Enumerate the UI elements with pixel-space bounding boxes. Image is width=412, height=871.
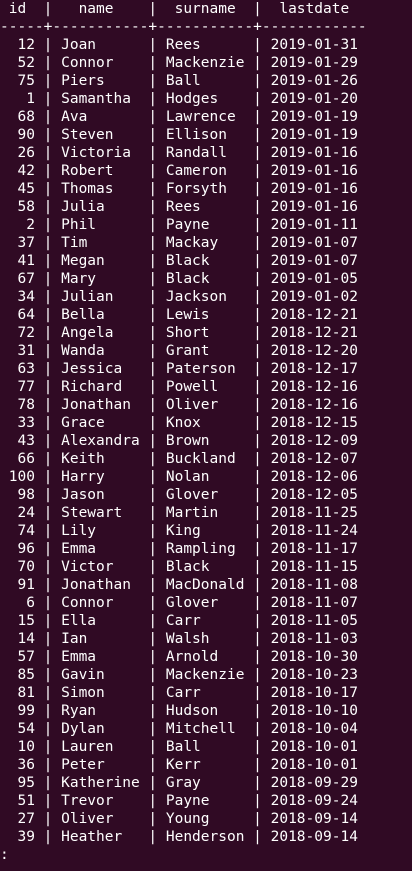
- table-row: 43 | Alexandra | Brown | 2018-12-09: [0, 433, 358, 449]
- table-row: 95 | Katherine | Gray | 2018-09-29: [0, 775, 358, 791]
- table-row: 85 | Gavin | Mackenzie | 2018-10-23: [0, 667, 358, 683]
- table-row: 91 | Jonathan | MacDonald | 2018-11-08: [0, 577, 358, 593]
- table-row: 99 | Ryan | Hudson | 2018-10-10: [0, 703, 358, 719]
- table-row: 37 | Tim | Mackay | 2019-01-07: [0, 235, 358, 251]
- pager-prompt[interactable]: :: [0, 846, 412, 864]
- table-row: 90 | Steven | Ellison | 2019-01-19: [0, 127, 358, 143]
- table-row: 24 | Stewart | Martin | 2018-11-25: [0, 505, 358, 521]
- table-row: 78 | Jonathan | Oliver | 2018-12-16: [0, 397, 358, 413]
- table-row: 2 | Phil | Payne | 2019-01-11: [0, 217, 358, 233]
- table-row: 10 | Lauren | Ball | 2018-10-01: [0, 739, 358, 755]
- table-row: 58 | Julia | Rees | 2019-01-16: [0, 199, 358, 215]
- table-row: 66 | Keith | Buckland | 2018-12-07: [0, 451, 358, 467]
- table-row: 70 | Victor | Black | 2018-11-15: [0, 559, 358, 575]
- table-row: 1 | Samantha | Hodges | 2019-01-20: [0, 91, 358, 107]
- table-row: 74 | Lily | King | 2018-11-24: [0, 523, 358, 539]
- table-row: 77 | Richard | Powell | 2018-12-16: [0, 379, 358, 395]
- table-row: 36 | Peter | Kerr | 2018-10-01: [0, 757, 358, 773]
- table-row: 45 | Thomas | Forsyth | 2019-01-16: [0, 181, 358, 197]
- table-row: 96 | Emma | Rampling | 2018-11-17: [0, 541, 358, 557]
- table-row: 27 | Oliver | Young | 2018-09-14: [0, 811, 358, 827]
- table-row: 31 | Wanda | Grant | 2018-12-20: [0, 343, 358, 359]
- table-row: 15 | Ella | Carr | 2018-11-05: [0, 613, 358, 629]
- table-row: 26 | Victoria | Randall | 2019-01-16: [0, 145, 358, 161]
- table-row: 67 | Mary | Black | 2019-01-05: [0, 271, 358, 287]
- table-row: 81 | Simon | Carr | 2018-10-17: [0, 685, 358, 701]
- table-row: 51 | Trevor | Payne | 2018-09-24: [0, 793, 358, 809]
- table-row: 12 | Joan | Rees | 2019-01-31: [0, 37, 358, 53]
- table-row: 6 | Connor | Glover | 2018-11-07: [0, 595, 358, 611]
- table-header-row: id | name | surname | lastdate: [0, 1, 350, 17]
- table-row: 98 | Jason | Glover | 2018-12-05: [0, 487, 358, 503]
- table-separator: -----+-----------+-----------+----------…: [0, 19, 367, 35]
- table-row: 68 | Ava | Lawrence | 2019-01-19: [0, 109, 358, 125]
- table-row: 57 | Emma | Arnold | 2018-10-30: [0, 649, 358, 665]
- table-row: 14 | Ian | Walsh | 2018-11-03: [0, 631, 358, 647]
- table-row: 72 | Angela | Short | 2018-12-21: [0, 325, 358, 341]
- table-row: 52 | Connor | Mackenzie | 2019-01-29: [0, 55, 358, 71]
- terminal-window[interactable]: id | name | surname | lastdate -----+----…: [0, 0, 412, 871]
- table-row: 42 | Robert | Cameron | 2019-01-16: [0, 163, 358, 179]
- query-result-output: id | name | surname | lastdate -----+----…: [0, 0, 412, 864]
- table-row: 34 | Julian | Jackson | 2019-01-02: [0, 289, 358, 305]
- table-row: 39 | Heather | Henderson | 2018-09-14: [0, 829, 358, 845]
- table-row: 100 | Harry | Nolan | 2018-12-06: [0, 469, 358, 485]
- table-row: 75 | Piers | Ball | 2019-01-26: [0, 73, 358, 89]
- table-row: 33 | Grace | Knox | 2018-12-15: [0, 415, 358, 431]
- table-row: 64 | Bella | Lewis | 2018-12-21: [0, 307, 358, 323]
- table-row: 63 | Jessica | Paterson | 2018-12-17: [0, 361, 358, 377]
- table-row: 41 | Megan | Black | 2019-01-07: [0, 253, 358, 269]
- table-row: 54 | Dylan | Mitchell | 2018-10-04: [0, 721, 358, 737]
